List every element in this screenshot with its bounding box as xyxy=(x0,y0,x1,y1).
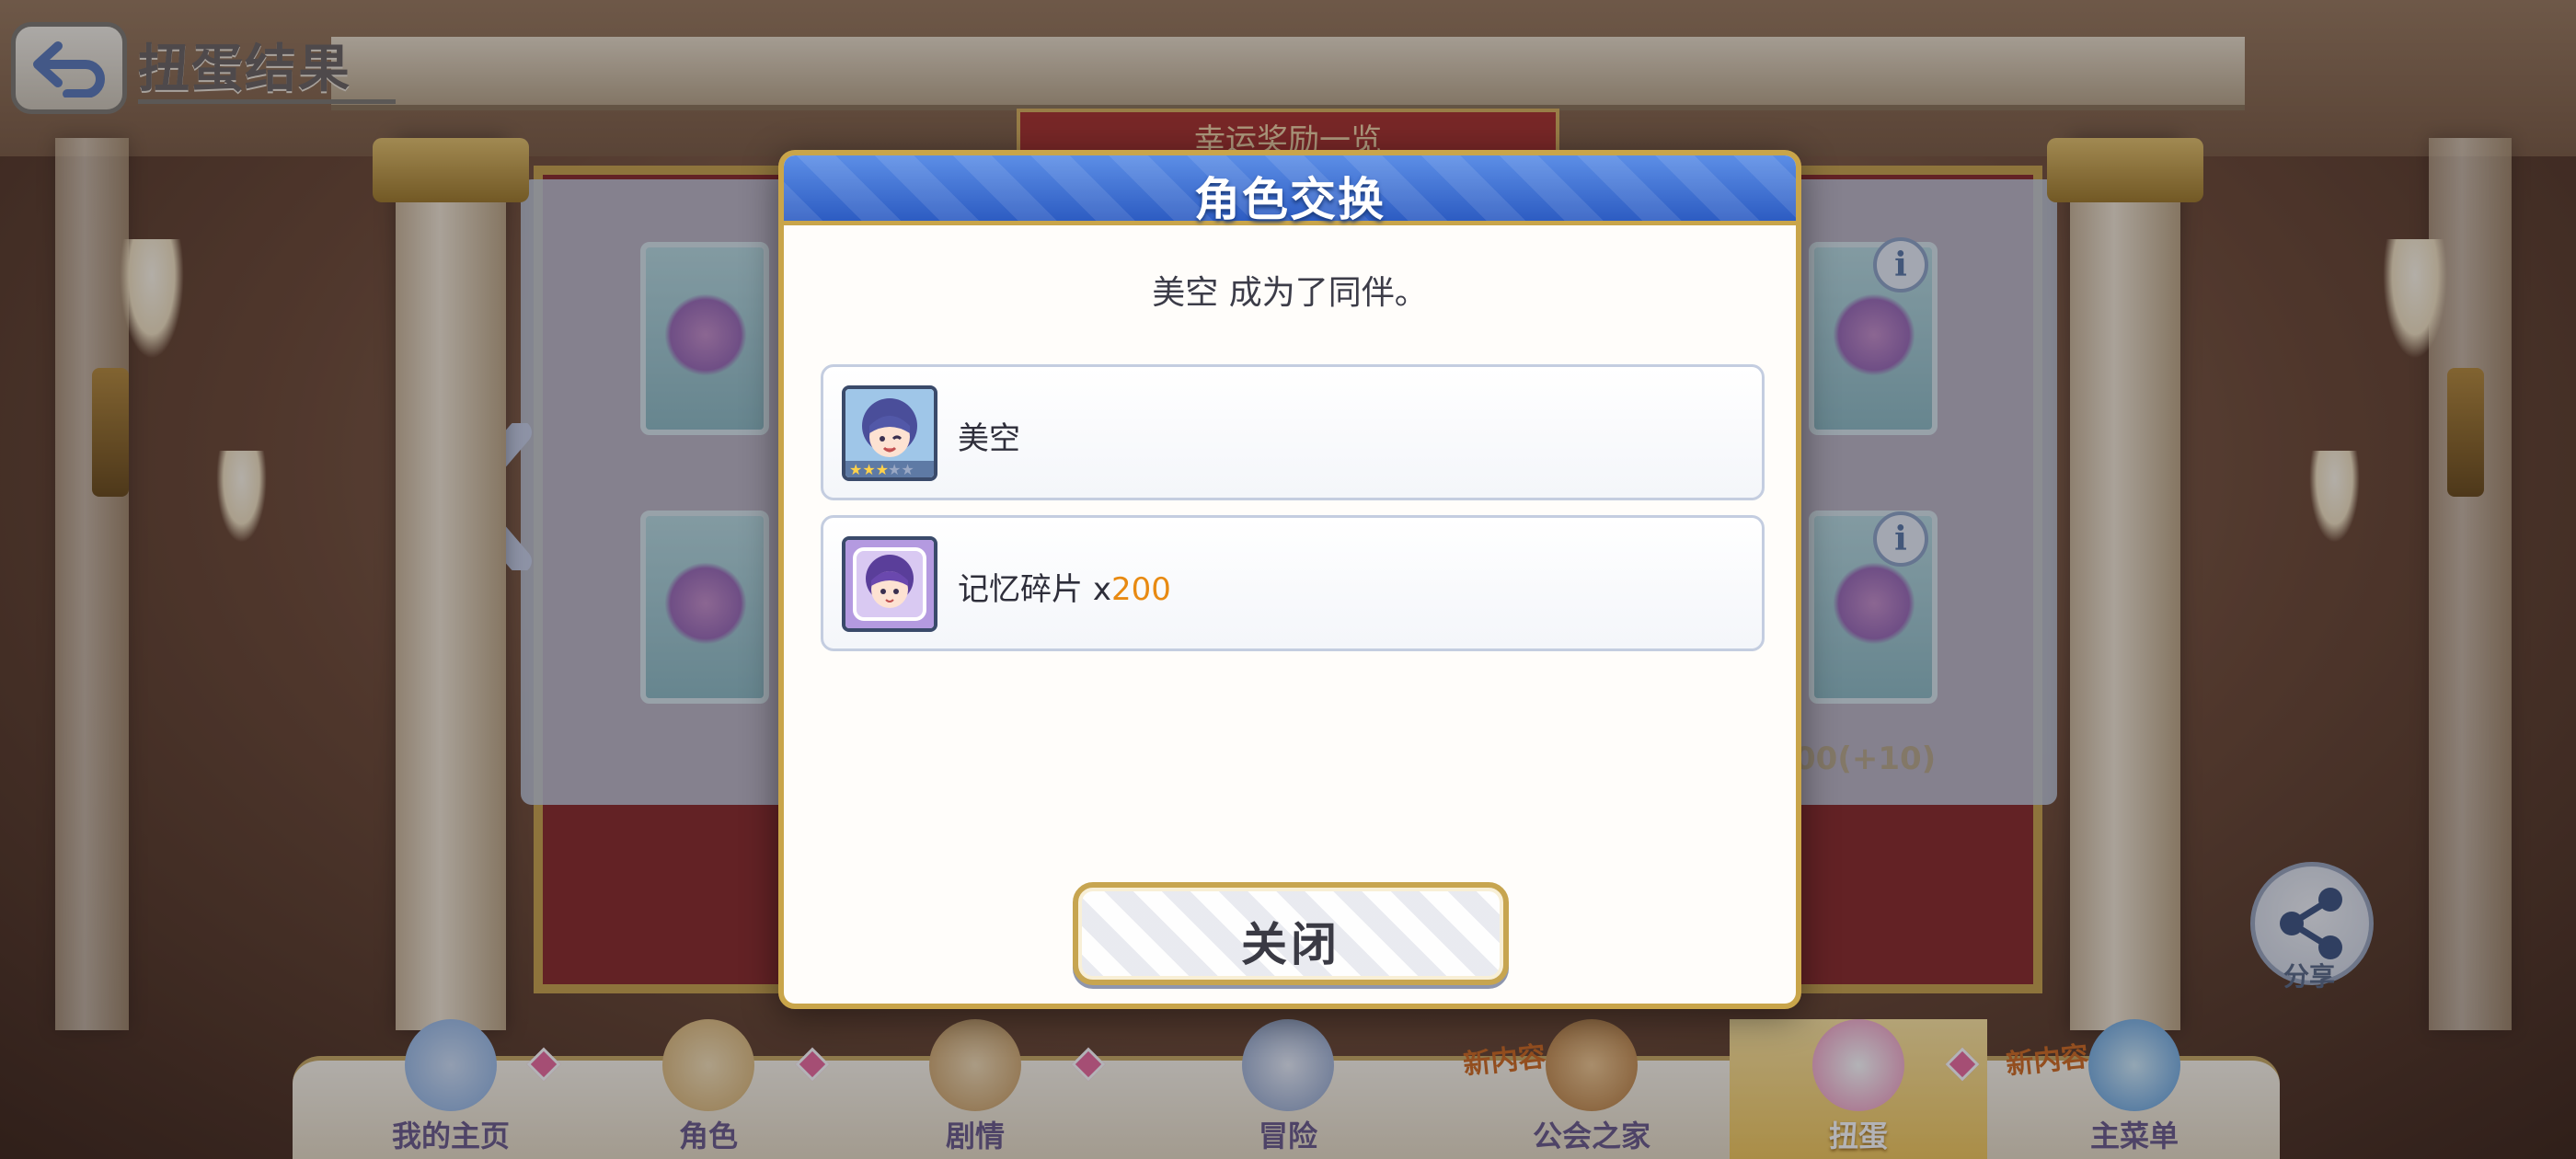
character-exchange-dialog: 角色交换 美空 成为了同伴。 ★★★ ★★ 美空 记忆碎片 x200 关闭 xyxy=(778,150,1801,1009)
reward-row-character: ★★★ ★★ 美空 xyxy=(821,364,1765,500)
reward-name-text: 记忆碎片 xyxy=(958,571,1083,608)
dialog-message: 美空 成为了同伴。 xyxy=(1152,274,1428,312)
reward-name: 记忆碎片 x200 xyxy=(958,564,1171,609)
reward-name: 美空 xyxy=(958,420,1020,457)
memory-piece-icon xyxy=(842,536,937,632)
dialog-header: 角色交换 xyxy=(784,155,1796,226)
reward-row-memory-piece: 记忆碎片 x200 xyxy=(821,515,1765,651)
close-button-label: 关闭 xyxy=(1241,918,1340,971)
svg-text:★★★: ★★★ xyxy=(849,461,889,477)
quantity-prefix: x xyxy=(1092,571,1111,608)
close-button[interactable]: 关闭 xyxy=(1073,882,1509,985)
svg-text:★★: ★★ xyxy=(888,461,914,477)
quantity-value: 200 xyxy=(1110,571,1171,608)
character-portrait-icon: ★★★ ★★ xyxy=(842,385,937,481)
dialog-title: 角色交换 xyxy=(1194,173,1386,226)
